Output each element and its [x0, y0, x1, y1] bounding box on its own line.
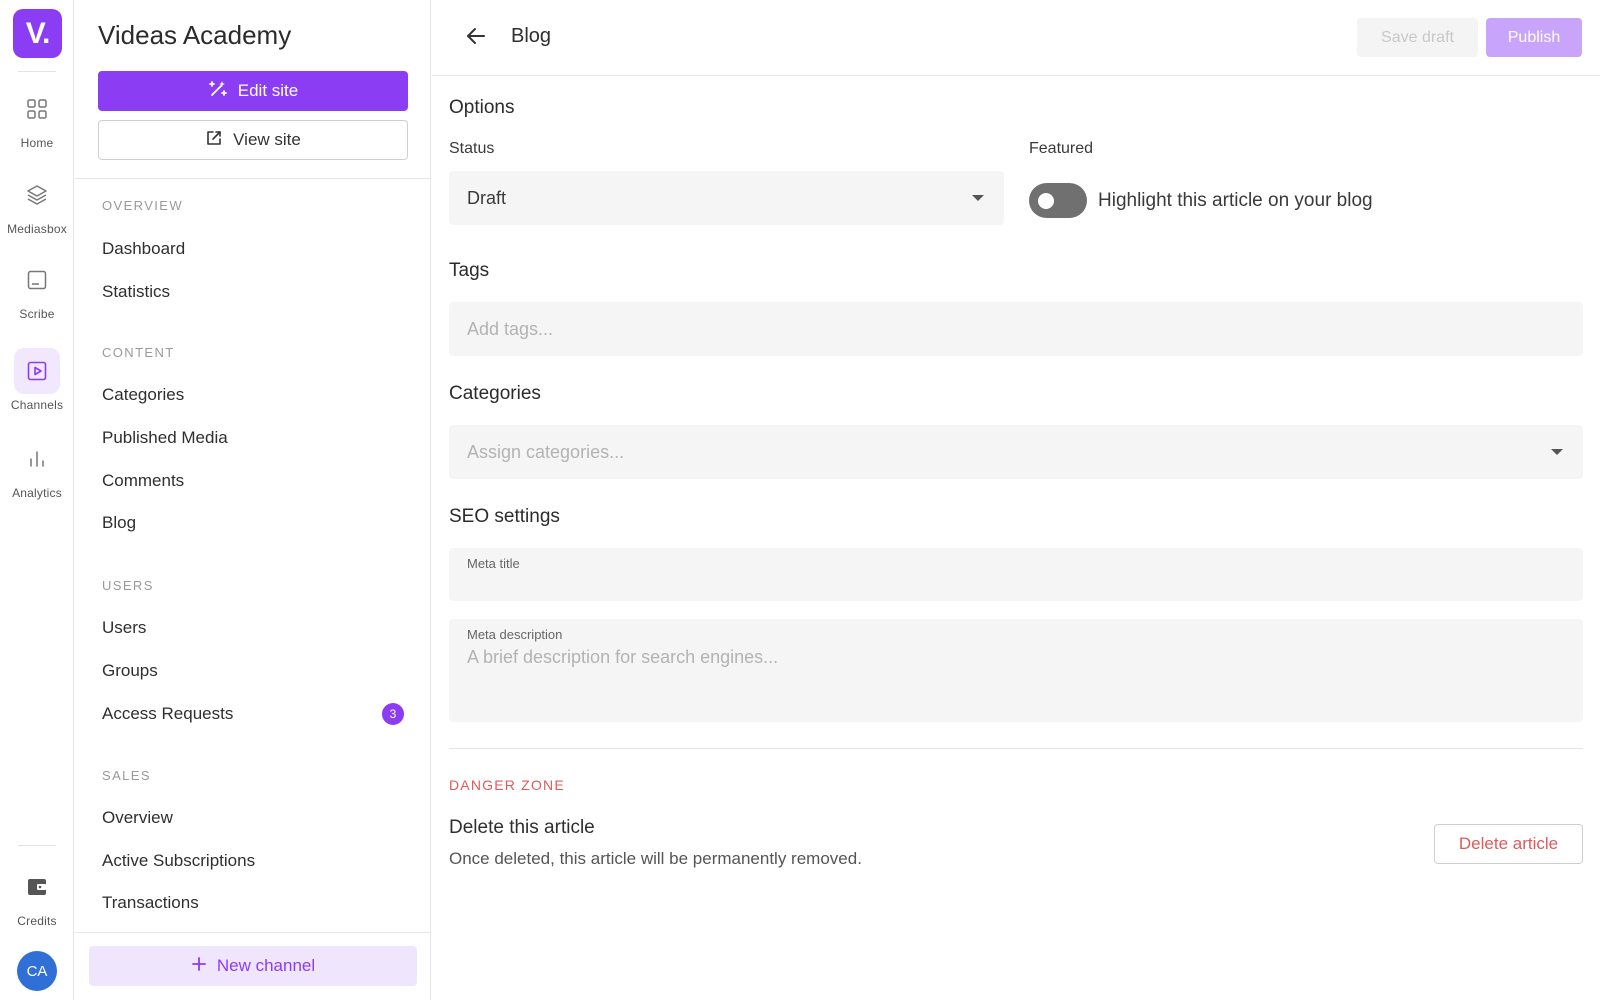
new-channel-label: New channel [216, 956, 316, 975]
sidebar: Videas Academy Edit site View site OVERV… [75, 0, 431, 1000]
nav-item-sales-overview[interactable]: Overview [102, 808, 404, 828]
grid-icon [14, 86, 60, 132]
page-title: Blog [511, 25, 552, 47]
meta-description-label: Meta description [467, 627, 563, 642]
save-draft-button[interactable]: Save draft [1357, 18, 1478, 57]
nav-item-label: Published Media [102, 428, 228, 447]
play-icon [14, 348, 60, 394]
page-header: Blog Save draft Publish [432, 0, 1600, 76]
nav-item-active-subscriptions[interactable]: Active Subscriptions [102, 851, 404, 871]
rail-item-mediasbox[interactable]: Mediasbox [0, 172, 74, 236]
nav-item-label: Dashboard [102, 239, 186, 258]
nav-item-users[interactable]: Users [102, 618, 404, 638]
nav-item-blog[interactable]: Blog [102, 513, 404, 533]
caret-down-icon [1551, 449, 1563, 455]
delete-article-description: Once deleted, this article will be perma… [449, 849, 862, 868]
options-heading: Options [449, 97, 515, 118]
nav-item-label: Statistics [102, 282, 171, 301]
nav-item-transactions[interactable]: Transactions [102, 893, 404, 913]
rail-item-home[interactable]: Home [0, 86, 74, 150]
rail-item-label: Channels [10, 398, 64, 412]
status-value: Draft [467, 187, 507, 208]
rail-divider [18, 71, 56, 72]
toggle-knob [1038, 193, 1054, 209]
categories-heading: Categories [449, 383, 541, 404]
sidebar-divider [75, 178, 431, 179]
rail-item-analytics[interactable]: Analytics [0, 436, 74, 500]
meta-description-field[interactable]: Meta description A brief description for… [449, 619, 1583, 722]
nav-item-access-requests[interactable]: Access Requests 3 [102, 703, 404, 725]
magic-wand-icon [208, 79, 228, 104]
layers-icon [14, 172, 60, 218]
section-divider [449, 748, 1583, 749]
nav-item-dashboard[interactable]: Dashboard [102, 239, 404, 259]
view-site-label: View site [233, 130, 301, 149]
rail-item-label: Mediasbox [7, 222, 67, 236]
main-content: Blog Save draft Publish Options Status D… [432, 0, 1600, 1000]
nav-item-published-media[interactable]: Published Media [102, 428, 404, 448]
count-badge: 3 [382, 703, 404, 725]
status-label: Status [449, 140, 495, 157]
nav-item-label: Active Subscriptions [102, 851, 256, 870]
rail-item-scribe[interactable]: Scribe [0, 257, 74, 321]
status-select[interactable]: Draft [449, 171, 1004, 225]
nav-item-label: Groups [102, 661, 158, 680]
rail-divider [18, 845, 56, 846]
new-channel-button[interactable]: New channel [89, 946, 417, 986]
section-heading-users: USERS [102, 578, 154, 593]
arrow-left-icon [465, 25, 487, 52]
back-button[interactable] [462, 24, 490, 52]
site-title: Videas Academy [98, 20, 292, 50]
categories-placeholder: Assign categories... [467, 441, 625, 462]
app-rail: V. Home Mediasbox Scribe Channels Analyt… [0, 0, 74, 1000]
section-heading-overview: OVERVIEW [102, 198, 184, 213]
nav-item-label: Comments [102, 471, 185, 490]
tags-placeholder: Add tags... [467, 319, 554, 339]
rail-item-label: Scribe [19, 307, 55, 321]
nav-item-comments[interactable]: Comments [102, 471, 404, 491]
nav-item-groups[interactable]: Groups [102, 661, 404, 681]
view-site-button[interactable]: View site [98, 120, 408, 160]
nav-item-label: Users [102, 618, 147, 637]
section-heading-sales: SALES [102, 768, 151, 783]
danger-zone-heading: DANGER ZONE [449, 777, 565, 793]
nav-item-statistics[interactable]: Statistics [102, 282, 404, 302]
document-icon [14, 257, 60, 303]
delete-article-title: Delete this article [449, 817, 595, 838]
featured-label: Featured [1029, 140, 1094, 157]
publish-button[interactable]: Publish [1486, 18, 1582, 57]
caret-down-icon [972, 195, 984, 201]
edit-site-label: Edit site [237, 81, 299, 100]
nav-item-label: Transactions [102, 893, 199, 912]
rail-item-label: Analytics [12, 486, 62, 500]
edit-site-button[interactable]: Edit site [98, 71, 408, 111]
nav-item-label: Overview [102, 808, 173, 827]
nav-item-label: Access Requests [102, 704, 234, 723]
nav-item-label: Blog [102, 513, 137, 532]
featured-toggle-label: Highlight this article on your blog [1098, 190, 1373, 211]
plus-icon [191, 956, 207, 977]
rail-item-label: Home [20, 136, 54, 150]
app-logo[interactable]: V. [13, 9, 62, 58]
tags-heading: Tags [449, 260, 490, 281]
meta-description-placeholder: A brief description for search engines..… [467, 647, 779, 667]
avatar[interactable]: CA [17, 951, 57, 991]
section-heading-content: CONTENT [102, 345, 175, 360]
delete-article-button[interactable]: Delete article [1434, 824, 1583, 864]
seo-heading: SEO settings [449, 506, 560, 527]
wallet-icon [14, 864, 60, 910]
categories-select[interactable]: Assign categories... [449, 425, 1583, 479]
rail-item-label: Credits [17, 914, 57, 928]
meta-title-label: Meta title [467, 556, 520, 571]
rail-item-credits[interactable]: Credits [0, 864, 74, 928]
nav-item-label: Categories [102, 385, 185, 404]
bar-chart-icon [14, 436, 60, 482]
rail-item-channels[interactable]: Channels [0, 348, 74, 412]
nav-item-categories[interactable]: Categories [102, 385, 404, 405]
sidebar-divider [75, 932, 431, 933]
tags-input[interactable]: Add tags... [449, 302, 1583, 356]
meta-title-field[interactable]: Meta title [449, 548, 1583, 601]
external-link-icon [205, 129, 223, 152]
featured-toggle[interactable] [1029, 183, 1087, 218]
